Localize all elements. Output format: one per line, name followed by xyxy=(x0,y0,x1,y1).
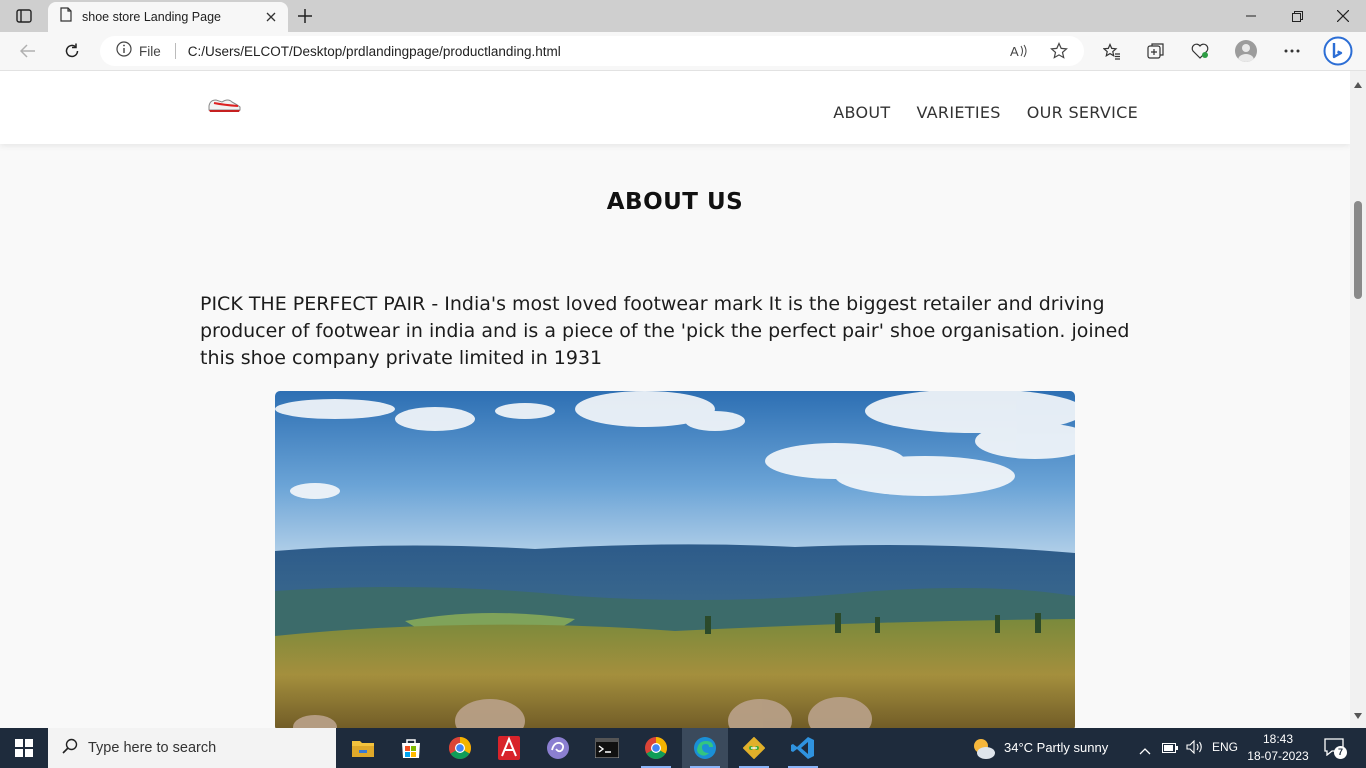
page-scrollbar[interactable] xyxy=(1350,71,1366,728)
refresh-icon[interactable] xyxy=(58,38,86,64)
info-icon[interactable] xyxy=(116,40,132,62)
show-hidden-icons[interactable] xyxy=(1139,742,1151,760)
bing-copilot-icon[interactable] xyxy=(1322,35,1354,67)
windows-taskbar: Type here to search 34°C Partly sunny EN… xyxy=(0,728,1366,768)
landscape-photo xyxy=(275,391,1075,728)
scrollbar-thumb[interactable] xyxy=(1354,201,1362,299)
tab-actions-icon[interactable] xyxy=(10,6,38,26)
tab-title: shoe store Landing Page xyxy=(82,10,221,24)
site-header: ABOUT VARIETIES OUR SERVICE xyxy=(0,71,1350,144)
about-paragraph: PICK THE PERFECT PAIR - India's most lov… xyxy=(200,293,1130,369)
address-url[interactable]: C:/Users/ELCOT/Desktop/prdlandingpage/pr… xyxy=(188,44,561,59)
main-nav: ABOUT VARIETIES OUR SERVICE xyxy=(833,103,1138,122)
profile-avatar[interactable] xyxy=(1235,40,1257,62)
favorites-icon[interactable] xyxy=(1098,38,1126,64)
nav-our-service[interactable]: OUR SERVICE xyxy=(1027,103,1138,122)
windows-start-icon[interactable] xyxy=(0,728,48,768)
collections-icon[interactable] xyxy=(1142,38,1170,64)
page-icon xyxy=(60,7,72,27)
system-clock[interactable]: 18:43 18-07-2023 xyxy=(1246,731,1310,765)
more-options-icon[interactable] xyxy=(1278,38,1306,64)
notification-count-badge: 7 xyxy=(1334,746,1347,759)
nav-about[interactable]: ABOUT xyxy=(833,103,890,122)
weather-text[interactable]: 34°C Partly sunny xyxy=(1004,740,1108,755)
chrome-window-icon[interactable] xyxy=(633,728,679,768)
address-divider xyxy=(174,43,176,59)
edge-icon[interactable] xyxy=(682,728,728,768)
close-window-icon[interactable] xyxy=(1320,0,1366,32)
shoe-logo-icon[interactable] xyxy=(206,93,244,115)
address-scheme-label: File xyxy=(139,43,161,59)
favorite-star-icon[interactable] xyxy=(1048,42,1070,60)
scroll-down-icon[interactable] xyxy=(1354,706,1362,724)
section-title: ABOUT US xyxy=(606,189,744,215)
browser-toolbar: File C:/Users/ELCOT/Desktop/prdlandingpa… xyxy=(0,32,1366,71)
browser-tab-active[interactable]: shoe store Landing Page xyxy=(48,2,288,32)
file-explorer-icon[interactable] xyxy=(340,728,386,768)
minimize-icon[interactable] xyxy=(1228,0,1274,32)
battery-icon[interactable] xyxy=(1162,741,1178,759)
taskbar-search-box[interactable]: Type here to search xyxy=(48,728,336,768)
back-icon[interactable] xyxy=(14,38,42,64)
nav-varieties[interactable]: VARIETIES xyxy=(916,103,1000,122)
microsoft-store-icon[interactable] xyxy=(388,728,434,768)
clock-date: 18-07-2023 xyxy=(1247,749,1309,763)
address-bar[interactable]: File C:/Users/ELCOT/Desktop/prdlandingpa… xyxy=(100,36,1084,66)
svg-text:A: A xyxy=(1010,44,1019,58)
app-swirl-icon[interactable] xyxy=(535,728,581,768)
weather-icon[interactable] xyxy=(970,736,996,765)
terminal-icon[interactable] xyxy=(584,728,630,768)
page-viewport: ABOUT VARIETIES OUR SERVICE ABOUT US PIC… xyxy=(0,71,1350,728)
scroll-up-icon[interactable] xyxy=(1354,75,1362,93)
browser-tab-bar: shoe store Landing Page xyxy=(0,0,1366,32)
notification-icon[interactable]: 7 xyxy=(1324,737,1347,759)
chrome-icon[interactable] xyxy=(437,728,483,768)
vscode-icon[interactable] xyxy=(780,728,826,768)
close-tab-icon[interactable] xyxy=(262,8,280,26)
git-app-icon[interactable] xyxy=(731,728,777,768)
adobe-reader-icon[interactable] xyxy=(486,728,532,768)
browser-essentials-icon[interactable] xyxy=(1186,38,1214,64)
language-indicator[interactable]: ENG xyxy=(1212,740,1238,754)
search-icon xyxy=(62,738,78,759)
new-tab-icon[interactable] xyxy=(294,6,316,26)
clock-time: 18:43 xyxy=(1262,732,1294,746)
read-aloud-icon[interactable]: A xyxy=(1008,42,1030,60)
search-placeholder: Type here to search xyxy=(88,740,217,756)
volume-icon[interactable] xyxy=(1186,739,1204,759)
restore-icon[interactable] xyxy=(1274,0,1320,32)
